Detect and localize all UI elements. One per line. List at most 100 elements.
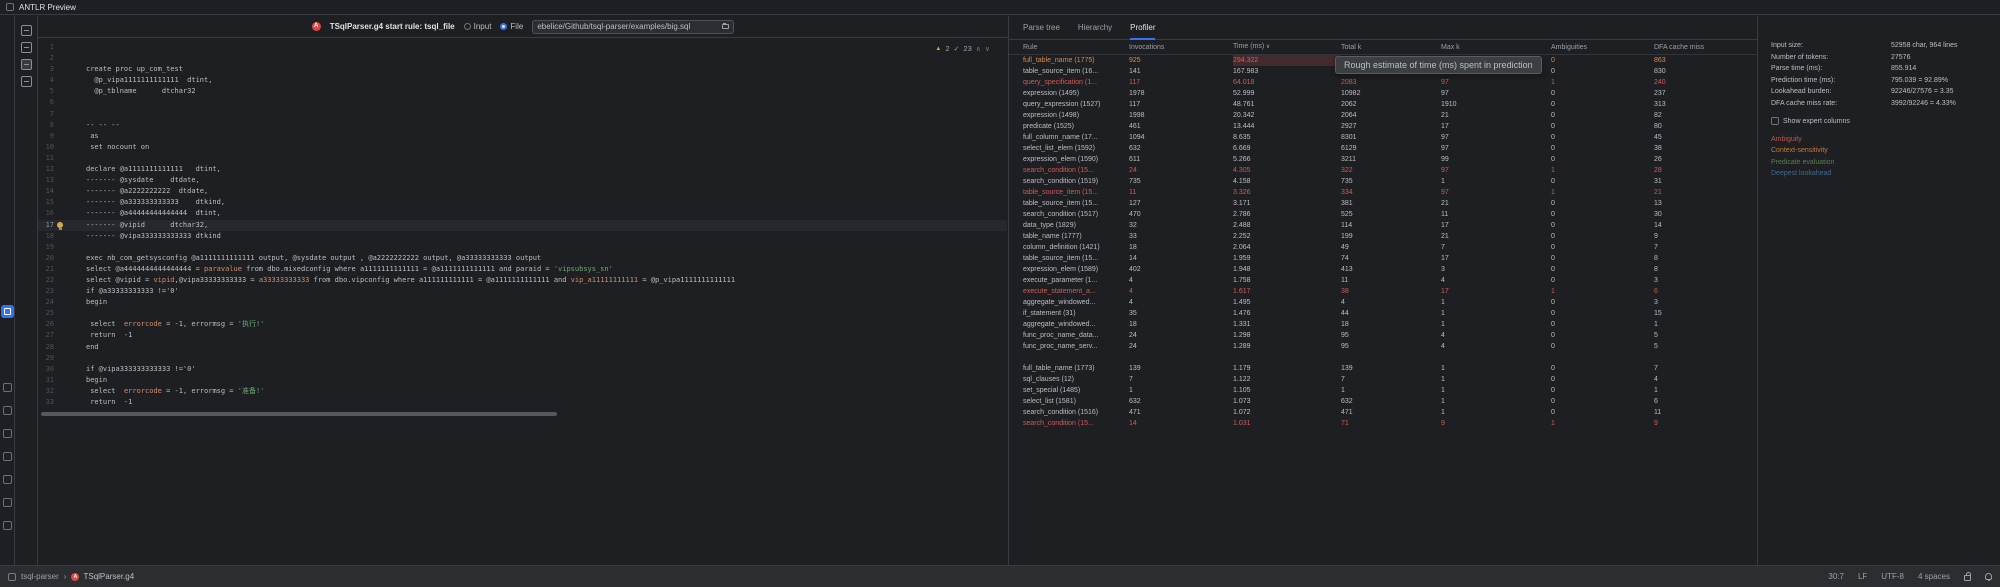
profiler-table-row[interactable]: full_table_name (1773)1391.179139107	[1009, 363, 1757, 374]
code-line[interactable]: 23if @a33333333333 !='0'	[38, 286, 1007, 297]
browse-folder-icon[interactable]	[722, 24, 729, 29]
profiler-table-row[interactable]: full_column_name (17...10948.63583019704…	[1009, 132, 1757, 143]
lock-icon[interactable]	[1964, 575, 1971, 581]
profiler-table-row[interactable]: table_name (1777)332.2521992109	[1009, 231, 1757, 242]
code-line[interactable]: 13------- @sysdate dtdate,	[38, 175, 1007, 186]
tool-window-button[interactable]	[3, 498, 12, 507]
code-line[interactable]: 28end	[38, 342, 1007, 353]
code-area[interactable]: 123create proc up_com_test4 @p_vipa11111…	[38, 42, 1007, 414]
code-line[interactable]: 16------- @a44444444444444 dtint,	[38, 208, 1007, 219]
profiler-table-row[interactable]: table_source_item (15...141.959741708	[1009, 253, 1757, 264]
tool-windows-icon[interactable]	[8, 573, 16, 581]
profiler-table-row[interactable]: func_proc_name_data...241.29895405	[1009, 330, 1757, 341]
intention-bulb-icon[interactable]	[57, 222, 63, 228]
code-line[interactable]: 10 set nocount on	[38, 142, 1007, 153]
profiler-table-row[interactable]: aggregate_windowed...41.4954103	[1009, 297, 1757, 308]
profiler-table-row[interactable]: expression (1498)199820.342206421082	[1009, 110, 1757, 121]
toolbar-button[interactable]	[21, 42, 32, 53]
profiler-table-row[interactable]: search_condition (1516)4711.0724711011	[1009, 407, 1757, 418]
column-header[interactable]: DFA cache miss	[1654, 42, 1766, 53]
code-line[interactable]: 14------- @a2222222222 dtdate,	[38, 186, 1007, 197]
toolbar-button[interactable]	[21, 59, 32, 70]
code-line[interactable]: 5 @p_tblname dtchar32	[38, 86, 1007, 97]
code-line[interactable]: 31begin	[38, 375, 1007, 386]
tool-window-button[interactable]	[3, 383, 12, 392]
column-header[interactable]: Total k	[1341, 42, 1441, 53]
code-line[interactable]: 12declare @a1111111111111 dtint,	[38, 164, 1007, 175]
profiler-table-row[interactable]: search_condition (15...244.30532297128	[1009, 165, 1757, 176]
notifications-bell-icon[interactable]	[1985, 573, 1992, 580]
code-line[interactable]: 7	[38, 109, 1007, 120]
code-line[interactable]: 6	[38, 97, 1007, 108]
profiler-table-row[interactable]: data_type (1829)322.48811417014	[1009, 220, 1757, 231]
code-line[interactable]: 24begin	[38, 297, 1007, 308]
file-encoding[interactable]: UTF-8	[1881, 572, 1904, 581]
profiler-table-row[interactable]: search_condition (1519)7354.1587351031	[1009, 176, 1757, 187]
column-header[interactable]: Rule	[1023, 42, 1129, 53]
code-line[interactable]: 29	[38, 353, 1007, 364]
profiler-table-row[interactable]: search_condition (1517)4702.78652511030	[1009, 209, 1757, 220]
tool-window-button[interactable]	[3, 452, 12, 461]
profiler-table-row[interactable]: query_expression (1527)11748.76120621910…	[1009, 99, 1757, 110]
toolbar-button[interactable]	[21, 76, 32, 87]
breadcrumb-project[interactable]: tsql-parser	[21, 572, 59, 581]
profiler-table-row[interactable]: execute_statement_a...41.617381716	[1009, 286, 1757, 297]
code-line[interactable]: 20exec nb_com_getsysconfig @a11111111111…	[38, 253, 1007, 264]
show-expert-columns-checkbox[interactable]: Show expert columns	[1771, 117, 2000, 125]
tab-profiler[interactable]: Profiler	[1130, 16, 1155, 39]
tool-window-button[interactable]	[3, 475, 12, 484]
code-line[interactable]: 21select @a4444444444444444 = paravalue …	[38, 264, 1007, 275]
tool-window-button[interactable]	[3, 406, 12, 415]
profiler-table-row[interactable]: search_condition (15...141.03171919	[1009, 418, 1757, 429]
profiler-table-row[interactable]: execute_parameter (1...41.75811403	[1009, 275, 1757, 286]
code-line[interactable]: 4 @p_vipa1111111111111 dtint,	[38, 75, 1007, 86]
toolbar-button[interactable]	[21, 25, 32, 36]
tool-window-button[interactable]	[3, 521, 12, 530]
input-radio[interactable]: Input	[464, 22, 492, 31]
profiler-table-row[interactable]: table_source_item (15...1273.17138121013	[1009, 198, 1757, 209]
code-line[interactable]: 17------- @vipid dtchar32,	[38, 220, 1007, 231]
code-line[interactable]: 2	[38, 53, 1007, 64]
profiler-table-row[interactable]: select_list_elem (1592)6326.669612997038	[1009, 143, 1757, 154]
code-line[interactable]: 19	[38, 242, 1007, 253]
profiler-table-row[interactable]	[1009, 352, 1757, 363]
code-line[interactable]: 27 return -1	[38, 330, 1007, 341]
column-header[interactable]: Time (ms) ∨	[1233, 41, 1341, 53]
profiler-table-row[interactable]: set_special (1485)11.1051101	[1009, 385, 1757, 396]
profiler-table-row[interactable]: aggregate_windowed...181.33118101	[1009, 319, 1757, 330]
column-header[interactable]: Max k	[1441, 42, 1551, 53]
column-header[interactable]: Ambiguities	[1551, 42, 1654, 53]
code-line[interactable]: 3create proc up_com_test	[38, 64, 1007, 75]
profiler-table-row[interactable]: expression_elem (1590)6115.266321199026	[1009, 154, 1757, 165]
profiler-table-row[interactable]: func_proc_name_serv...241.28995405	[1009, 341, 1757, 352]
breadcrumb-file[interactable]: A TSqlParser.g4	[71, 572, 134, 581]
code-line[interactable]: 33 return -1	[38, 397, 1007, 408]
horizontal-scrollbar[interactable]	[41, 412, 557, 416]
code-line[interactable]: 11	[38, 153, 1007, 164]
profiler-table-row[interactable]: predicate (1525)46113.444292717080	[1009, 121, 1757, 132]
profiler-table-row[interactable]: column_definition (1421)182.06449707	[1009, 242, 1757, 253]
code-line[interactable]: 9 as	[38, 131, 1007, 142]
profiler-table-row[interactable]: expression_elem (1589)4021.948413308	[1009, 264, 1757, 275]
tab-hierarchy[interactable]: Hierarchy	[1078, 16, 1112, 39]
column-header[interactable]: Invocations	[1129, 42, 1233, 53]
active-tool-window-button[interactable]	[1, 305, 14, 318]
profiler-table-row[interactable]: sql_clauses (12)71.1227104	[1009, 374, 1757, 385]
code-line[interactable]: 8-- -- --	[38, 120, 1007, 131]
code-line[interactable]: 30if @vipa333333333333 !='0'	[38, 364, 1007, 375]
code-line[interactable]: 15------- @a333333333333 dtkind,	[38, 197, 1007, 208]
code-line[interactable]: 25	[38, 308, 1007, 319]
profiler-table-row[interactable]: query_specification (1...11764.018208397…	[1009, 77, 1757, 88]
cursor-position[interactable]: 30:7	[1828, 572, 1844, 581]
code-line[interactable]: 22select @vipid = vipid,@vipa33333333333…	[38, 275, 1007, 286]
tab-parse-tree[interactable]: Parse tree	[1023, 16, 1060, 39]
indent-style[interactable]: 4 spaces	[1918, 572, 1950, 581]
code-line[interactable]: 18------- @vipa333333333333 dtkind	[38, 231, 1007, 242]
profiler-table-row[interactable]: if_statement (31)351.476441015	[1009, 308, 1757, 319]
profiler-table-row[interactable]: expression (1495)197852.99910982970237	[1009, 88, 1757, 99]
profiler-table-row[interactable]: select_list (1581)6321.073632106	[1009, 396, 1757, 407]
code-line[interactable]: 26 select errorcode = -1, errormsg = '执行…	[38, 319, 1007, 330]
file-path-input[interactable]: ebelice/Github/tsql-parser/examples/big.…	[532, 20, 734, 34]
line-separator[interactable]: LF	[1858, 572, 1867, 581]
code-line[interactable]: 1	[38, 42, 1007, 53]
